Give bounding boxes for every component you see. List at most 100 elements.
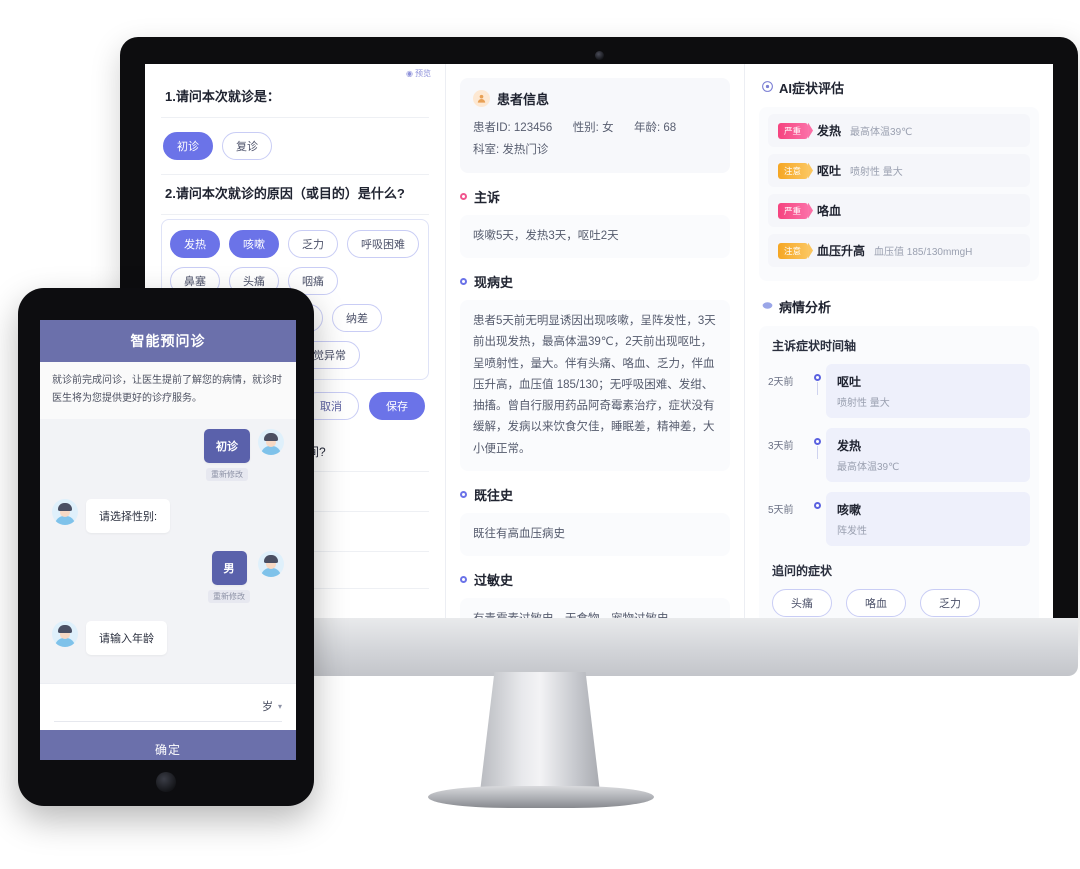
chief-complaint-title-row: 主诉: [460, 187, 730, 206]
patient-info-line-1: 患者ID: 123456 性别: 女 年龄: 68: [473, 117, 717, 139]
patient-info-title-row: 患者信息: [473, 89, 717, 108]
chat-bubble-text: 请选择性别:: [86, 499, 171, 533]
revise-button[interactable]: 重新修改: [206, 468, 248, 481]
monitor-stand-neck: [480, 672, 600, 792]
chevron-down-icon[interactable]: ▾: [278, 702, 282, 711]
patient-info-title: 患者信息: [497, 92, 550, 107]
monitor-stand-base: [428, 786, 654, 808]
past-history-text: 既往有高血压病史: [473, 527, 565, 540]
timeline-symptom-name: 咳嗽: [837, 503, 862, 517]
chip-symptom-fatigue[interactable]: 乏力: [288, 230, 338, 258]
patient-age-value: 68: [663, 122, 677, 134]
present-illness-title-row: 现病史: [460, 272, 730, 291]
timeline-connector: [816, 382, 818, 395]
age-input[interactable]: [54, 700, 257, 712]
timeline-symptom-name: 发热: [837, 439, 862, 453]
ai-analysis-title: 病情分析: [779, 300, 832, 315]
ai-symptom-name: 发热: [817, 124, 842, 138]
chip-symptom-dyspnea[interactable]: 呼吸困难: [347, 230, 419, 258]
tablet-device: 智能预问诊 就诊前完成问诊，让医生提前了解您的病情，就诊时医生将为您提供更好的诊…: [18, 288, 314, 806]
user-avatar-icon: [473, 90, 490, 107]
patient-gender-value: 女: [602, 122, 614, 134]
chief-complaint-title: 主诉: [474, 189, 501, 205]
chief-complaint-card: 咳嗽5天，发热3天，呕吐2天: [460, 214, 730, 259]
ai-assessment-title: AI症状评估: [779, 81, 845, 96]
preview-badge[interactable]: ◉ 预览: [406, 68, 431, 79]
tablet-chat-area: 初诊 重新修改 请选择性别: 男 重新修改 请输入年龄: [40, 419, 296, 683]
present-illness-title: 现病史: [474, 275, 514, 291]
timeline-dot-icon: [813, 438, 821, 445]
patient-dept-value: 发热门诊: [502, 144, 549, 157]
chip-symptom-cough[interactable]: 咳嗽: [229, 230, 279, 258]
tablet-intro-text: 就诊前完成问诊，让医生提前了解您的病情，就诊时医生将为您提供更好的诊疗服务。: [40, 362, 296, 419]
preview-badge-label: 预览: [415, 69, 431, 78]
timeline-dot-column: [808, 428, 826, 459]
timeline-when: 3天前: [768, 441, 794, 452]
ai-analysis-panel: 主诉症状时间轴 2天前 呕吐 喷射性 量大 3天前 发热 最高体温39℃ 5天前…: [759, 326, 1039, 619]
ai-symptom-row: 严重 咯血: [768, 194, 1030, 227]
present-illness-card: 患者5天前无明显诱因出现咳嗽，呈阵发性，3天前出现发热，最高体温39℃，2天前出…: [460, 300, 730, 471]
timeline-dot-column: [808, 364, 826, 395]
bot-avatar-icon: [52, 499, 78, 525]
asked-chip-fatigue[interactable]: 乏力: [920, 589, 980, 617]
tablet-input-area: 岁 ▾: [40, 683, 296, 730]
asked-chip-hemoptysis[interactable]: 咯血: [846, 589, 906, 617]
bullet-ring-icon: [460, 576, 467, 584]
ai-symptom-row: 严重 发热 最高体温39℃: [768, 114, 1030, 147]
chip-visit-first[interactable]: 初诊: [163, 132, 213, 160]
visit-type-chip-group[interactable]: 初诊 复诊: [161, 118, 429, 174]
chip-symptom-fever[interactable]: 发热: [170, 230, 220, 258]
ai-sparkle-icon: [761, 80, 774, 96]
chip-symptom-poor-appetite[interactable]: 纳差: [332, 304, 382, 332]
ai-assessment-title-row: AI症状评估: [759, 76, 1039, 107]
ai-symptom-desc: 血压值 185/130mmgH: [874, 247, 973, 258]
home-button-icon[interactable]: [156, 772, 176, 792]
confirm-button[interactable]: 确定: [40, 730, 296, 760]
timeline-title: 主诉症状时间轴: [772, 339, 857, 353]
chip-visit-return[interactable]: 复诊: [222, 132, 272, 160]
asked-chip-headache[interactable]: 头痛: [772, 589, 832, 617]
timeline-when: 2天前: [768, 377, 794, 388]
medical-record-panel: 患者信息 患者ID: 123456 性别: 女 年龄: 68 科室: 发热门诊 …: [445, 64, 745, 619]
patient-info-lines: 患者ID: 123456 性别: 女 年龄: 68 科室: 发热门诊: [473, 117, 717, 162]
ai-symptom-name: 咯血: [817, 204, 842, 218]
chat-bubble-text: 请输入年龄: [86, 621, 167, 655]
ai-analysis-title-row: 病情分析: [759, 295, 1039, 326]
past-history-card: 既往有高血压病史: [460, 512, 730, 557]
chat-bubble-text: 初诊: [204, 429, 250, 463]
allergy-history-card: 有青霉素过敏史，无食物、宠物过敏史: [460, 598, 730, 619]
timeline-card: 呕吐 喷射性 量大: [826, 364, 1030, 418]
timeline-when: 5天前: [768, 505, 794, 516]
ai-symptom-name: 血压升高: [817, 244, 866, 258]
chat-user-bubble-wrap: 初诊 重新修改: [204, 429, 250, 481]
timeline-connector: [816, 446, 818, 459]
patient-dept-label: 科室:: [473, 144, 500, 157]
timeline-card: 发热 最高体温39℃: [826, 428, 1030, 482]
timeline-item: 3天前 发热 最高体温39℃: [768, 428, 1030, 482]
eye-icon: ◉: [406, 69, 413, 78]
tablet-header-title: 智能预问诊: [40, 320, 296, 362]
ai-symptom-list: 严重 发热 最高体温39℃ 注意 呕吐 喷射性 量大 严重 咯血 注意 血压升高…: [759, 107, 1039, 281]
ai-symptom-row: 注意 呕吐 喷射性 量大: [768, 154, 1030, 187]
user-avatar-icon: [258, 551, 284, 577]
question-1-label: 1.请问本次就诊是：: [161, 78, 429, 118]
revise-button[interactable]: 重新修改: [208, 590, 250, 603]
webcam-icon: [595, 51, 604, 60]
age-input-row[interactable]: 岁 ▾: [54, 698, 282, 722]
bullet-ring-icon: [460, 192, 467, 200]
age-unit-label: 岁: [261, 701, 273, 713]
past-history-title: 既往史: [474, 487, 514, 503]
ai-symptom-desc: 最高体温39℃: [850, 127, 913, 138]
patient-info-line-2: 科室: 发热门诊: [473, 139, 717, 161]
patient-gender-label: 性别:: [572, 122, 599, 134]
severity-badge: 严重: [778, 122, 809, 139]
bullet-ring-icon: [460, 278, 467, 286]
asked-symptoms-chip-group: 头痛 咯血 乏力: [768, 589, 1030, 617]
patient-age-label: 年龄:: [634, 122, 661, 134]
timeline-dot-icon: [813, 374, 821, 381]
timeline-item: 2天前 呕吐 喷射性 量大: [768, 364, 1030, 418]
patient-id-value: 123456: [513, 122, 553, 134]
severity-badge: 注意: [778, 242, 809, 259]
save-button[interactable]: 保存: [369, 392, 425, 420]
allergy-history-title: 过敏史: [474, 573, 514, 589]
